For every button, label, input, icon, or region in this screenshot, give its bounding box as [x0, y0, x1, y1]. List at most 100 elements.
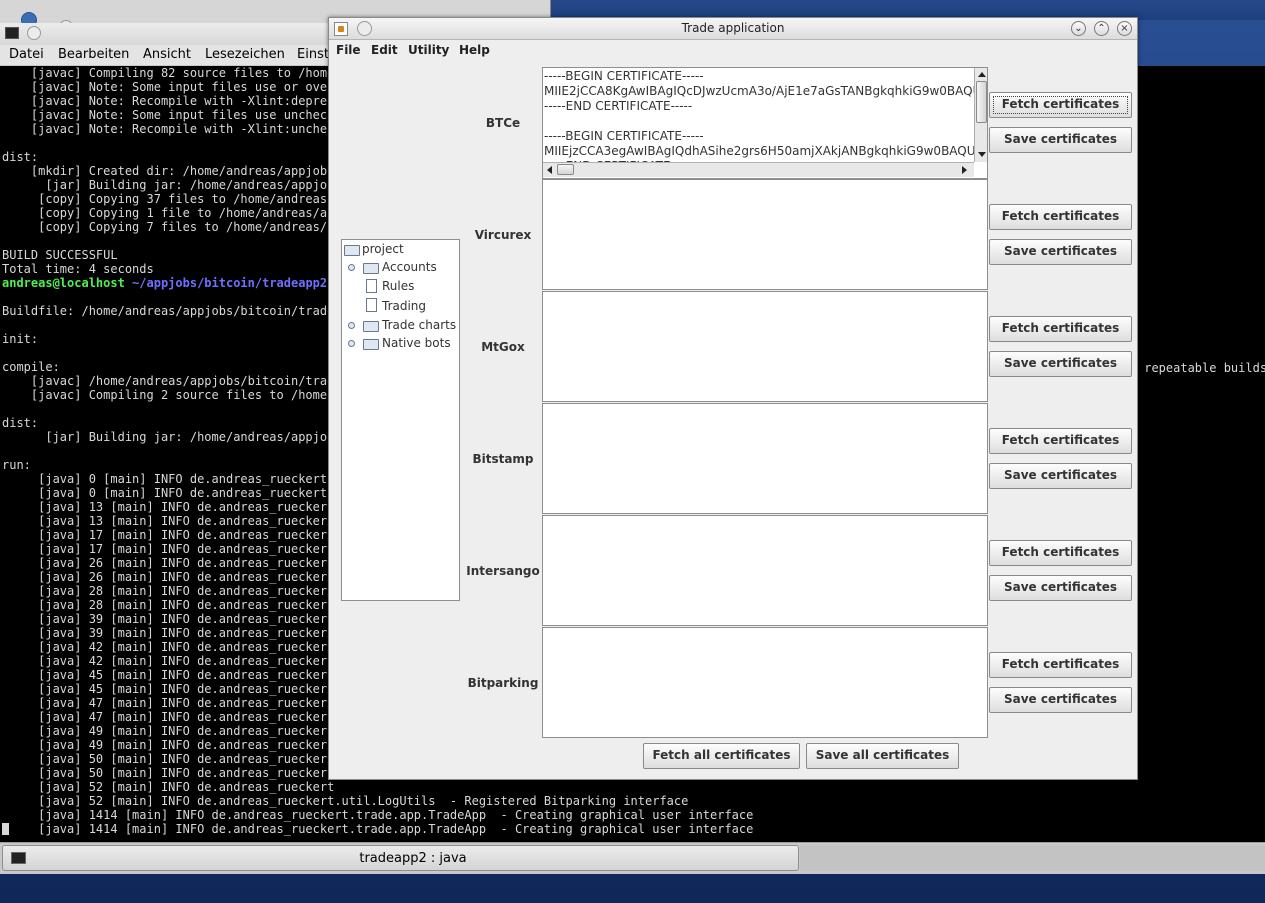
folder-icon — [363, 321, 379, 332]
tree-item-accounts[interactable]: Accounts — [382, 260, 437, 274]
taskbar-empty-area — [800, 845, 1265, 871]
window-title: Trade application — [681, 21, 785, 35]
save-certificates-button-mtgox[interactable]: Save certificates — [989, 351, 1132, 377]
terminal-line: [javac] Compiling 82 source files to /ho… — [2, 66, 342, 80]
scroll-down-icon[interactable] — [978, 152, 986, 157]
save-certificates-button-vircurex[interactable]: Save certificates — [989, 239, 1132, 265]
terminal-line: [java] 26 [main] INFO de.andreas_ruecker… — [2, 570, 335, 584]
terminal-line: [javac] Note: Some input files use unche… — [2, 108, 342, 122]
fetch-certificates-button-bitparking[interactable]: Fetch certificates — [989, 652, 1132, 678]
horizontal-scrollbar[interactable] — [543, 162, 974, 177]
terminal-line: compile: — [2, 360, 60, 374]
save-certificates-button-intersango[interactable]: Save certificates — [989, 575, 1132, 601]
close-button[interactable]: × — [1117, 21, 1132, 36]
terminal-line: [java] 39 [main] INFO de.andreas_ruecker… — [2, 626, 335, 640]
document-icon — [366, 298, 377, 312]
menu-bearbeiten[interactable]: Bearbeiten — [58, 47, 129, 62]
prompt-line: andreas@localhost ~/appjobs/bitcoin/trad… — [2, 276, 342, 290]
menu-file[interactable]: File — [336, 43, 361, 57]
scroll-left-icon[interactable] — [547, 166, 552, 174]
certificate-text: -----BEGIN CERTIFICATE----- MIIE2jCCA8Kg… — [544, 69, 974, 162]
scroll-up-icon[interactable] — [978, 72, 986, 77]
taskbar-item-konsole[interactable]: tradeapp2 : java — [2, 845, 799, 871]
konsole-window-menu-button[interactable] — [27, 26, 41, 40]
tree-item-rules[interactable]: Rules — [382, 279, 414, 293]
expand-handle-icon[interactable] — [348, 264, 355, 271]
menu-einstellungen[interactable]: Einst — [297, 47, 329, 62]
fetch-all-certificates-button[interactable]: Fetch all certificates — [643, 743, 800, 769]
certificate-textarea-btce[interactable]: -----BEGIN CERTIFICATE----- MIIE2jCCA8Kg… — [542, 67, 988, 179]
minimize-button[interactable]: ⌄ — [1071, 21, 1086, 36]
terminal-cursor — [2, 823, 9, 835]
terminal-line: dist: — [2, 416, 39, 430]
fetch-certificates-button-vircurex[interactable]: Fetch certificates — [989, 204, 1132, 230]
tree-item-trading[interactable]: Trading — [382, 299, 426, 313]
certificate-textarea-intersango[interactable] — [542, 515, 988, 626]
terminal-line: [java] 49 [main] INFO de.andreas_ruecker… — [2, 738, 335, 752]
terminal-line: Buildfile: /home/andreas/appjobs/bitcoin… — [2, 304, 335, 318]
terminal-line: [java] 0 [main] INFO de.andreas_rueckert… — [2, 472, 342, 486]
save-all-certificates-button[interactable]: Save all certificates — [806, 743, 959, 769]
terminal-line: init: — [2, 332, 39, 346]
terminal-line: [javac] Note: Recompile with -Xlint:depr… — [2, 94, 342, 108]
tree-item-trade-charts[interactable]: Trade charts — [382, 318, 456, 332]
trade-application-window: Trade application ⌄ ⌃ × File Edit Utilit… — [328, 17, 1138, 780]
terminal-line: [mkdir] Created dir: /home/andreas/appjo… — [2, 164, 342, 178]
scrollbar-thumb[interactable] — [976, 81, 987, 123]
app-menubar: File Edit Utility Help — [329, 40, 1137, 60]
terminal-line: [java] 1414 [main] INFO de.andreas_rueck… — [2, 808, 754, 822]
vertical-scrollbar[interactable] — [974, 68, 987, 162]
save-certificates-button-bitstamp[interactable]: Save certificates — [989, 463, 1132, 489]
terminal-line: BUILD SUCCESSFUL — [2, 248, 118, 262]
terminal-line: dist: — [2, 150, 39, 164]
window-menu-button[interactable] — [357, 21, 372, 36]
project-tree[interactable]: project Accounts Rules Trading Trade cha… — [341, 239, 460, 601]
menu-help[interactable]: Help — [459, 43, 490, 57]
menu-lesezeichen[interactable]: Lesezeichen — [205, 47, 285, 62]
save-certificates-button-bitparking[interactable]: Save certificates — [989, 687, 1132, 713]
maximize-button[interactable]: ⌃ — [1094, 21, 1109, 36]
menu-ansicht[interactable]: Ansicht — [143, 47, 191, 62]
scrollbar-thumb[interactable] — [557, 164, 574, 175]
prompt-path: ~/appjobs/bitcoin/tradeapp2 $ — [124, 276, 342, 290]
prompt-user: andreas@localhost — [2, 276, 125, 290]
terminal-line: [java] 13 [main] INFO de.andreas_ruecker… — [2, 500, 335, 514]
terminal-line: [java] 42 [main] INFO de.andreas_ruecker… — [2, 654, 335, 668]
menu-datei[interactable]: Datei — [9, 47, 44, 62]
terminal-line: run: — [2, 458, 31, 472]
exchange-label-bitparking: Bitparking — [467, 676, 539, 690]
exchange-label-intersango: Intersango — [466, 564, 540, 578]
fetch-certificates-button-btce[interactable]: Fetch certificates — [989, 92, 1132, 118]
terminal-line: [copy] Copying 1 file to /home/andreas/a… — [2, 206, 342, 220]
menu-edit[interactable]: Edit — [371, 43, 398, 57]
fetch-certificates-button-intersango[interactable]: Fetch certificates — [989, 540, 1132, 566]
certificate-textarea-bitparking[interactable] — [542, 627, 988, 738]
terminal-line: [java] 17 [main] INFO de.andreas_ruecker… — [2, 528, 335, 542]
certificate-textarea-mtgox[interactable] — [542, 291, 988, 402]
terminal-line: [javac] Note: Some input files use or ov… — [2, 80, 342, 94]
fetch-certificates-button-bitstamp[interactable]: Fetch certificates — [989, 428, 1132, 454]
expand-handle-icon[interactable] — [348, 322, 355, 329]
terminal-line: [java] 47 [main] INFO de.andreas_ruecker… — [2, 710, 335, 724]
scroll-right-icon[interactable] — [962, 166, 967, 174]
expand-handle-icon[interactable] — [348, 340, 355, 347]
certificate-textarea-vircurex[interactable] — [542, 179, 988, 290]
fetch-certificates-button-mtgox[interactable]: Fetch certificates — [989, 316, 1132, 342]
folder-icon — [344, 245, 360, 256]
window-titlebar[interactable]: Trade application — [329, 18, 1137, 40]
document-icon — [366, 279, 377, 293]
tree-item-native-bots[interactable]: Native bots — [382, 336, 451, 350]
taskbar-item-label: tradeapp2 : java — [359, 851, 467, 866]
terminal-line: [javac] Compiling 2 source files to /hom… — [2, 388, 342, 402]
exchange-label-vircurex: Vircurex — [474, 228, 532, 242]
save-certificates-button-btce[interactable]: Save certificates — [989, 127, 1132, 153]
terminal-line: [java] 52 [main] INFO de.andreas_ruecker… — [2, 794, 689, 808]
exchange-label-bitstamp: Bitstamp — [472, 452, 534, 466]
tree-root-project[interactable]: project — [362, 242, 404, 256]
terminal-line: [java] 1414 [main] INFO de.andreas_rueck… — [2, 822, 754, 836]
terminal-line: [java] 49 [main] INFO de.andreas_ruecker… — [2, 724, 335, 738]
terminal-line: [javac] Note: Recompile with -Xlint:unch… — [2, 122, 342, 136]
certificate-textarea-bitstamp[interactable] — [542, 403, 988, 514]
menu-utility[interactable]: Utility — [408, 43, 449, 57]
konsole-window-tab[interactable] — [14, 6, 73, 34]
